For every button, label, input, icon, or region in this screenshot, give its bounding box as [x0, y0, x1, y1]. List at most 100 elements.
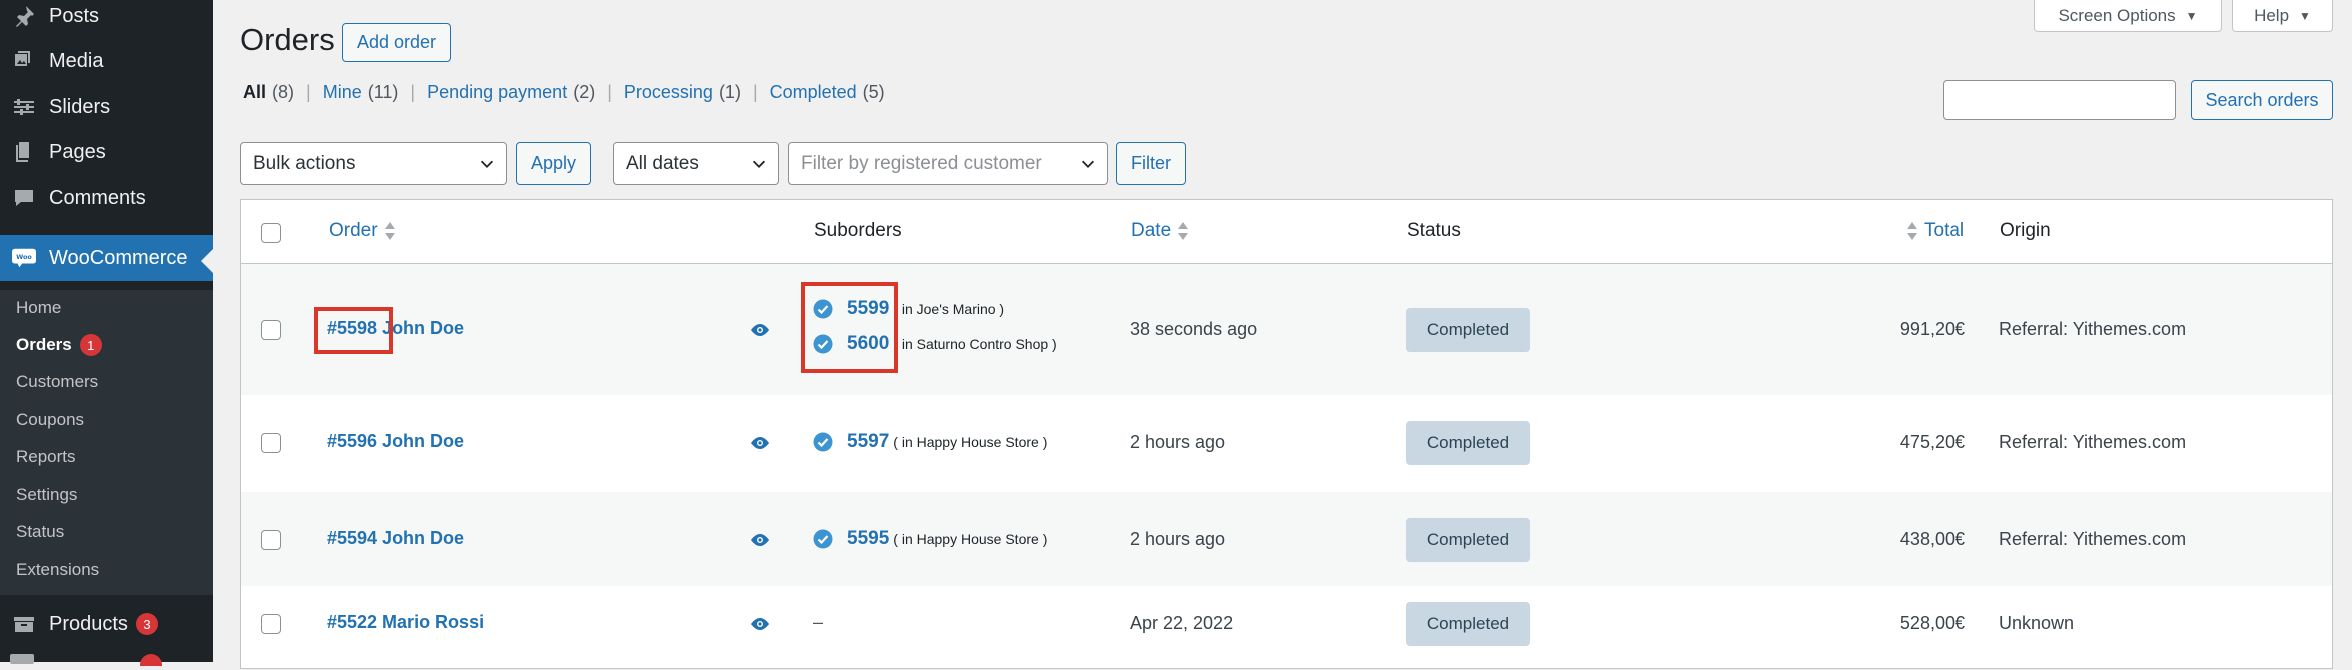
screen-options-button[interactable]: Screen Options ▼: [2034, 0, 2222, 32]
sidebar-item-posts[interactable]: Posts: [0, 0, 213, 38]
submenu-item-label: Orders: [16, 335, 72, 354]
preview-eye-icon[interactable]: [750, 617, 770, 631]
sidebar-item-comments[interactable]: Comments: [0, 176, 213, 220]
select-all-checkbox[interactable]: [261, 223, 281, 243]
sort-icon: [384, 221, 396, 241]
submenu-item-label: Home: [16, 298, 62, 317]
submenu-item-label: Extensions: [16, 560, 100, 579]
customer-filter-select[interactable]: Filter by registered customer: [788, 142, 1108, 185]
column-total[interactable]: Total: [1906, 220, 1964, 242]
order-link[interactable]: #5594 John Doe: [327, 528, 464, 549]
next-menu-icon: [10, 654, 34, 664]
submenu-item-label: Settings: [16, 485, 78, 504]
bulk-actions-select[interactable]: Bulk actions: [240, 142, 507, 185]
no-suborders: –: [813, 612, 824, 632]
sliders-icon: [11, 94, 37, 120]
check-circle-icon: [813, 334, 833, 354]
table-row[interactable]: #5522 Mario Rossi – Apr 22, 2022 Complet…: [241, 586, 2332, 670]
status-badge: Completed: [1406, 421, 1530, 465]
view-completed[interactable]: Completed (5): [770, 82, 885, 103]
filter-button[interactable]: Filter: [1116, 142, 1186, 185]
order-origin: Referral: Yithemes.com: [1999, 319, 2187, 339]
submenu-item-label: Customers: [16, 372, 99, 391]
table-header: Order Suborders Date Status Total Origin: [241, 200, 2332, 264]
submenu-item-orders[interactable]: Orders 1: [16, 330, 102, 360]
view-pending-payment[interactable]: Pending payment (2): [427, 82, 595, 103]
column-order[interactable]: Order: [329, 220, 396, 242]
caret-down-icon: ▼: [2185, 8, 2198, 23]
suborder-item: 5597 ( in Happy House Store ): [813, 431, 1047, 453]
pages-icon: [11, 139, 37, 165]
preview-eye-icon[interactable]: [750, 436, 770, 450]
sidebar-item-media[interactable]: Media: [0, 39, 213, 83]
sort-icon: [1906, 221, 1918, 241]
search-orders-input[interactable]: [1943, 80, 2176, 120]
suborder-link[interactable]: 5597: [847, 431, 889, 453]
submenu-item-label: Status: [16, 522, 65, 541]
submenu-item-reports[interactable]: Reports: [16, 442, 76, 472]
status-badge: Completed: [1406, 308, 1530, 352]
suborder-link[interactable]: 5595: [847, 528, 889, 550]
order-date: 38 seconds ago: [1130, 319, 1258, 339]
add-order-button[interactable]: Add order: [342, 23, 451, 62]
suborder-store: ( in Joe's Marino ): [893, 301, 1005, 317]
sidebar-item-sliders[interactable]: Sliders: [0, 85, 213, 129]
sidebar-item-woocommerce[interactable]: Woo WooCommerce: [0, 235, 213, 281]
suborder-link[interactable]: 5599: [847, 298, 889, 320]
submenu-item-label: Coupons: [16, 410, 85, 429]
next-menu-badge: [140, 654, 162, 666]
order-total: 528,00€: [1899, 613, 1965, 633]
table-row[interactable]: #5596 John Doe 5597 ( in Happy House Sto…: [241, 395, 2332, 492]
order-origin: Referral: Yithemes.com: [1999, 432, 2187, 452]
suborder-store: ( in Saturno Contro Shop ): [893, 336, 1057, 352]
caret-down-icon: ▼: [2299, 8, 2311, 23]
row-checkbox[interactable]: [261, 614, 281, 634]
date-filter-select[interactable]: All dates: [613, 142, 779, 185]
column-date[interactable]: Date: [1131, 220, 1189, 242]
suborder-store: ( in Happy House Store ): [893, 531, 1048, 547]
orders-count-badge: 1: [79, 334, 102, 356]
svg-text:Woo: Woo: [16, 253, 32, 261]
column-suborders: Suborders: [814, 220, 902, 241]
check-circle-icon: [813, 432, 833, 452]
row-checkbox[interactable]: [261, 530, 281, 550]
row-checkbox[interactable]: [261, 320, 281, 340]
order-origin: Referral: Yithemes.com: [1999, 529, 2187, 549]
screen-options-label: Screen Options: [2058, 5, 2176, 25]
order-link[interactable]: #5522 Mario Rossi: [327, 612, 484, 633]
order-status-views: All (8) | Mine (11) | Pending payment (2) |…: [243, 82, 885, 103]
help-button[interactable]: Help ▼: [2232, 0, 2333, 32]
sidebar-item-products[interactable]: Products 3: [0, 602, 213, 646]
submenu-item-coupons[interactable]: Coupons: [16, 405, 84, 435]
row-checkbox[interactable]: [261, 433, 281, 453]
preview-eye-icon[interactable]: [750, 323, 770, 337]
submenu-item-home[interactable]: Home: [16, 293, 61, 323]
submenu-item-settings[interactable]: Settings: [16, 480, 77, 510]
sidebar-item-label: WooCommerce: [49, 246, 188, 269]
products-count-badge: 3: [135, 613, 158, 635]
sidebar-item-pages[interactable]: Pages: [0, 130, 213, 174]
order-link[interactable]: #5596 John Doe: [327, 431, 464, 452]
chevron-down-icon: [1081, 160, 1095, 168]
order-link[interactable]: #5598 John Doe: [327, 318, 464, 339]
view-processing[interactable]: Processing (1): [624, 82, 741, 103]
submenu-item-status[interactable]: Status: [16, 517, 64, 547]
submenu-item-extensions[interactable]: Extensions: [16, 555, 99, 585]
table-row[interactable]: #5594 John Doe 5595 ( in Happy House Sto…: [241, 492, 2332, 586]
woocommerce-logo-icon: Woo: [11, 245, 37, 271]
search-orders-button[interactable]: Search orders: [2191, 80, 2333, 120]
order-date: Apr 22, 2022: [1130, 613, 1234, 633]
status-badge: Completed: [1406, 518, 1530, 562]
table-row[interactable]: #5598 John Doe 5599 ( in Joe's Marino ) …: [241, 264, 2332, 395]
sidebar-item-label: Media: [49, 49, 104, 72]
sort-icon: [1177, 221, 1189, 241]
submenu-item-customers[interactable]: Customers: [16, 367, 98, 397]
apply-button[interactable]: Apply: [516, 142, 591, 185]
preview-eye-icon[interactable]: [750, 533, 770, 547]
status-badge: Completed: [1406, 602, 1530, 646]
order-date: 2 hours ago: [1130, 432, 1226, 452]
view-mine[interactable]: Mine (11): [323, 82, 399, 103]
comments-icon: [11, 185, 37, 211]
suborder-link[interactable]: 5600: [847, 333, 889, 355]
view-all[interactable]: All (8): [243, 82, 294, 103]
